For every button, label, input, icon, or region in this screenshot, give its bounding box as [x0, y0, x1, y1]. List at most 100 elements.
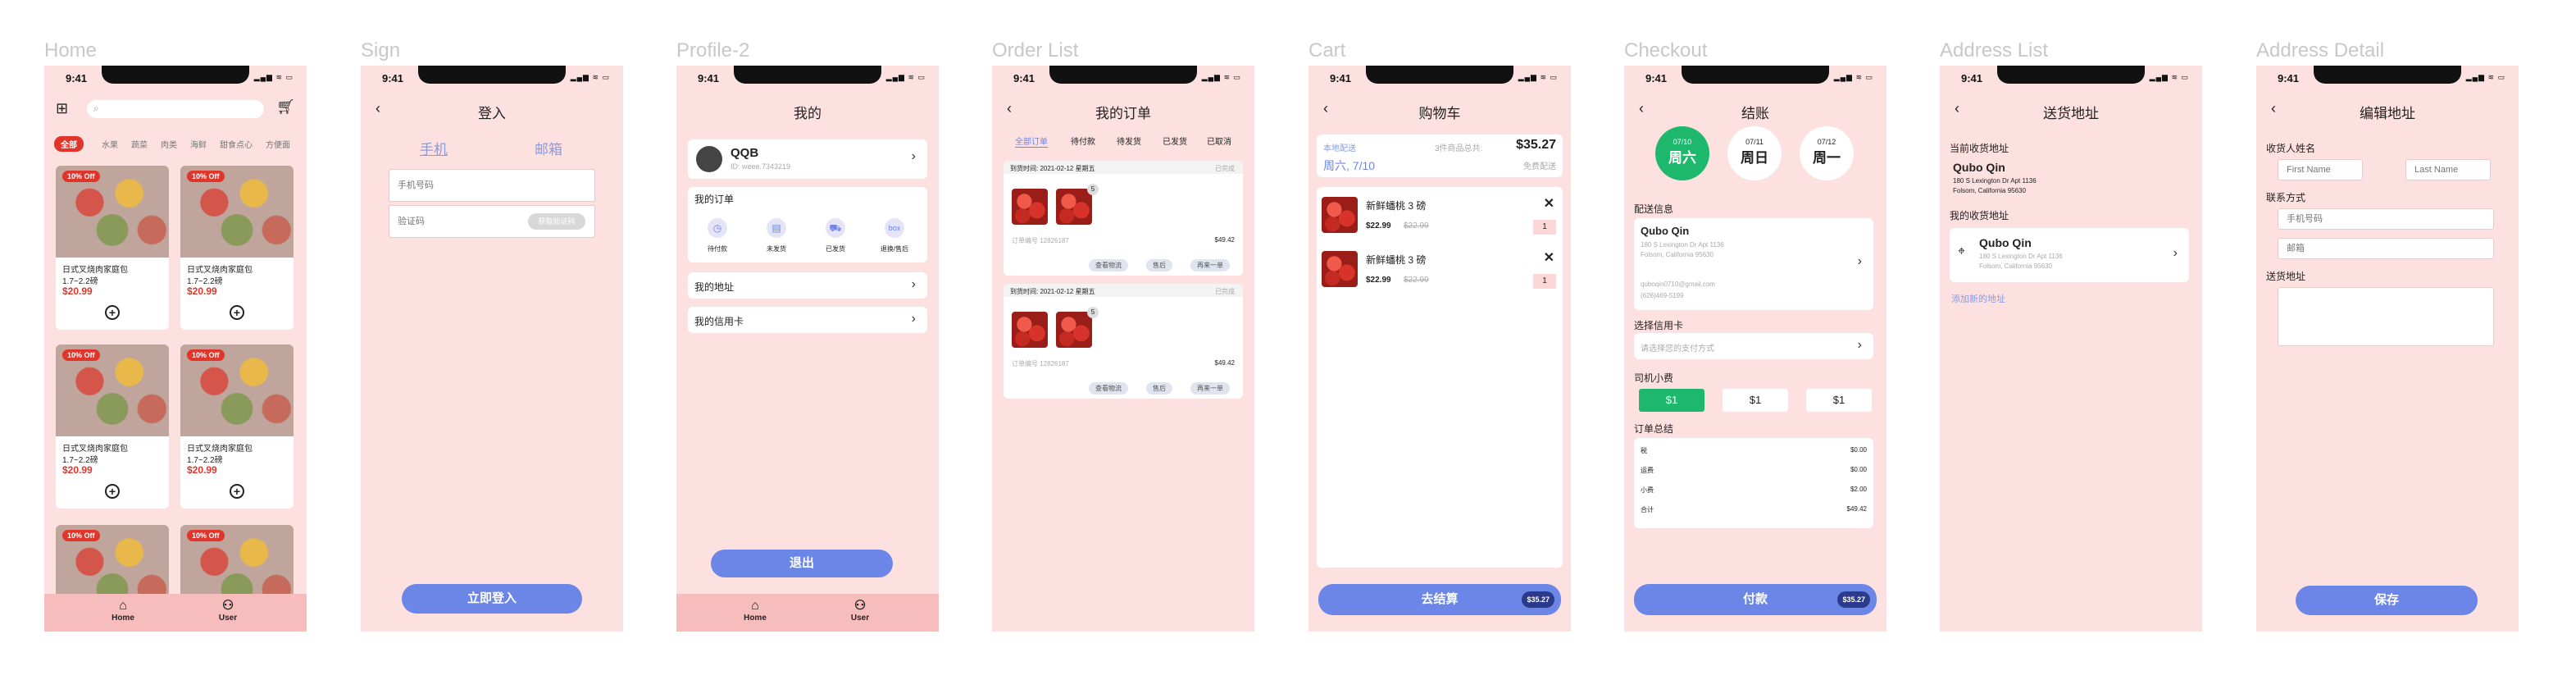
section-title: 司机小费	[1634, 372, 1674, 384]
tip-option[interactable]: $1	[1806, 389, 1872, 412]
grid-icon[interactable]: ⊞	[56, 100, 68, 117]
login-button[interactable]: 立即登入	[402, 584, 582, 614]
status-time: 9:41	[2278, 72, 2300, 84]
checkout-button[interactable]: 去结算 $35.27	[1318, 584, 1561, 615]
save-button[interactable]: 保存	[2296, 586, 2478, 615]
return-box-icon[interactable]: box	[885, 218, 904, 238]
pay-button[interactable]: 付款 $35.27	[1634, 584, 1877, 615]
recipient-name: Qubo Qin	[1641, 225, 1690, 237]
product-card[interactable]: 10% Off 日式叉烧肉家庭包 1.7~2.2磅 $20.99 +	[56, 166, 169, 330]
summary-value: $0.00	[1850, 466, 1867, 473]
tab-all-orders[interactable]: 全部订单	[1015, 135, 1048, 148]
notch	[1997, 66, 2145, 84]
discount-badge: 10% Off	[187, 171, 225, 182]
after-sale-button[interactable]: 售后	[1146, 259, 1172, 271]
tab-phone[interactable]: 手机	[420, 138, 448, 158]
remove-icon[interactable]: ✕	[1544, 249, 1554, 266]
cart-icon[interactable]: 🛒︎	[276, 98, 295, 116]
address-card[interactable]: ⌖ Qubo Qin 180 S Lexington Dr Apt 1136 F…	[1950, 228, 2189, 282]
tab-home-label: Home	[112, 614, 134, 623]
my-address-row[interactable]: 我的地址 ›	[688, 272, 927, 299]
box-icon[interactable]: ▤	[767, 218, 786, 238]
day-option-selected[interactable]: 07/10 周六	[1655, 126, 1709, 180]
clock-icon[interactable]: ◷	[708, 218, 727, 238]
add-to-cart-button[interactable]: +	[105, 305, 120, 320]
add-to-cart-button[interactable]: +	[230, 484, 244, 499]
category-item[interactable]: 甜食点心	[220, 138, 253, 150]
shipping-card[interactable]: Qubo Qin 180 S Lexington Dr Apt 1136 Fol…	[1634, 218, 1873, 310]
user-name: QQB	[730, 146, 759, 160]
email: quboqin0710@gmail.com	[1641, 281, 1715, 288]
track-button[interactable]: 查看物流	[1089, 382, 1128, 395]
track-button[interactable]: 查看物流	[1089, 259, 1128, 271]
tab-email[interactable]: 邮箱	[535, 138, 562, 158]
tab-user[interactable]: ⚇ User	[835, 599, 885, 623]
tab-shipped[interactable]: 已发货	[1163, 135, 1187, 147]
product-card[interactable]: 10% Off 日式叉烧肉家庭包 1.7~2.2磅 $20.99 +	[180, 344, 294, 509]
day-option[interactable]: 07/11 周日	[1727, 126, 1782, 180]
tab-cancelled[interactable]: 已取消	[1207, 135, 1231, 147]
order-time: 到货时间: 2021-02-12 星期五	[1010, 165, 1095, 172]
day-option[interactable]: 07/12 周一	[1800, 126, 1854, 180]
discount-badge: 10% Off	[62, 530, 100, 541]
address-textarea[interactable]	[2278, 287, 2494, 346]
order-card[interactable]: 到货时间: 2021-02-12 星期五 已完成 5 订单编号 12826187…	[1004, 161, 1243, 276]
home-icon: ⌂	[751, 599, 759, 613]
my-card-row[interactable]: 我的信用卡 ›	[688, 307, 927, 333]
tip-option-selected[interactable]: $1	[1639, 389, 1704, 412]
search-input[interactable]: ⌕	[87, 100, 264, 118]
category-item[interactable]: 水果	[102, 138, 118, 150]
category-item[interactable]: 肉类	[161, 138, 177, 150]
user-icon: ⚇	[853, 599, 867, 613]
tab-pending-shipment[interactable]: 待发货	[1117, 135, 1141, 147]
email-field[interactable]	[2278, 238, 2494, 259]
cart-item-image	[1322, 251, 1358, 287]
add-to-cart-button[interactable]: +	[230, 305, 244, 320]
logout-button[interactable]: 退出	[711, 550, 893, 577]
category-item[interactable]: 方便面	[266, 138, 290, 150]
current-address-1: 180 S Lexington Dr Apt 1136	[1953, 177, 2037, 185]
notch	[1682, 66, 1829, 84]
search-icon: ⌕	[93, 103, 99, 114]
reorder-button[interactable]: 再来一单	[1190, 259, 1230, 271]
reorder-button[interactable]: 再来一单	[1190, 382, 1230, 395]
tab-home[interactable]: ⌂ Home	[98, 599, 148, 623]
add-address-link[interactable]: 添加新的地址	[1951, 292, 2005, 305]
after-sale-button[interactable]: 售后	[1146, 382, 1172, 395]
summary-label: 税	[1641, 447, 1647, 454]
tab-home[interactable]: ⌂ Home	[730, 599, 780, 623]
frame-label-sign: Sign	[361, 39, 401, 62]
cart-item[interactable]: 新鲜蟠桃 3 磅 $22.99 $22.99 ✕ 1	[1317, 241, 1563, 303]
category-item[interactable]: 蔬菜	[131, 138, 148, 150]
day-date: 07/10	[1673, 138, 1692, 146]
truck-icon[interactable]: ⛟	[826, 218, 845, 238]
category-all[interactable]: 全部	[54, 136, 84, 152]
notch	[734, 66, 881, 84]
status-time: 9:41	[1645, 72, 1668, 84]
page-title: 结账	[1741, 106, 1769, 121]
quantity-stepper[interactable]: 1	[1533, 274, 1556, 289]
chevron-right-icon: ›	[1857, 254, 1862, 268]
send-code-button[interactable]: 获取验证码	[528, 213, 585, 230]
tip-option[interactable]: $1	[1723, 389, 1788, 412]
add-to-cart-button[interactable]: +	[105, 484, 120, 499]
section-title: 订单总结	[1634, 423, 1674, 435]
product-card[interactable]: 10% Off 日式叉烧肉家庭包 1.7~2.2磅 $20.99 +	[180, 166, 294, 330]
remove-icon[interactable]: ✕	[1544, 195, 1554, 212]
card-selector[interactable]: 请选择您的支付方式 ›	[1634, 333, 1873, 359]
phone-input[interactable]	[389, 169, 595, 202]
last-name-input[interactable]	[2405, 159, 2491, 180]
tab-pending-payment[interactable]: 待付款	[1071, 135, 1095, 147]
product-price: $20.99	[187, 464, 217, 476]
cart-item[interactable]: 新鲜蟠桃 3 磅 $22.99 $22.99 ✕ 1	[1317, 187, 1563, 249]
order-card[interactable]: 到货时间: 2021-02-12 星期五 已完成 5 订单编号 12826187…	[1004, 284, 1243, 399]
order-amount: $49.42	[1214, 236, 1235, 244]
tab-user[interactable]: ⚇ User	[203, 599, 253, 623]
user-card[interactable]: QQB ID: weee.7343219 ›	[688, 139, 927, 179]
category-item[interactable]: 海鲜	[190, 138, 207, 150]
phone-input[interactable]	[2278, 208, 2494, 230]
quantity-stepper[interactable]: 1	[1533, 220, 1556, 235]
product-card[interactable]: 10% Off 日式叉烧肉家庭包 1.7~2.2磅 $20.99 +	[56, 344, 169, 509]
cart-item-name: 新鲜蟠桃 3 磅	[1366, 254, 1427, 266]
first-name-input[interactable]	[2278, 159, 2363, 180]
